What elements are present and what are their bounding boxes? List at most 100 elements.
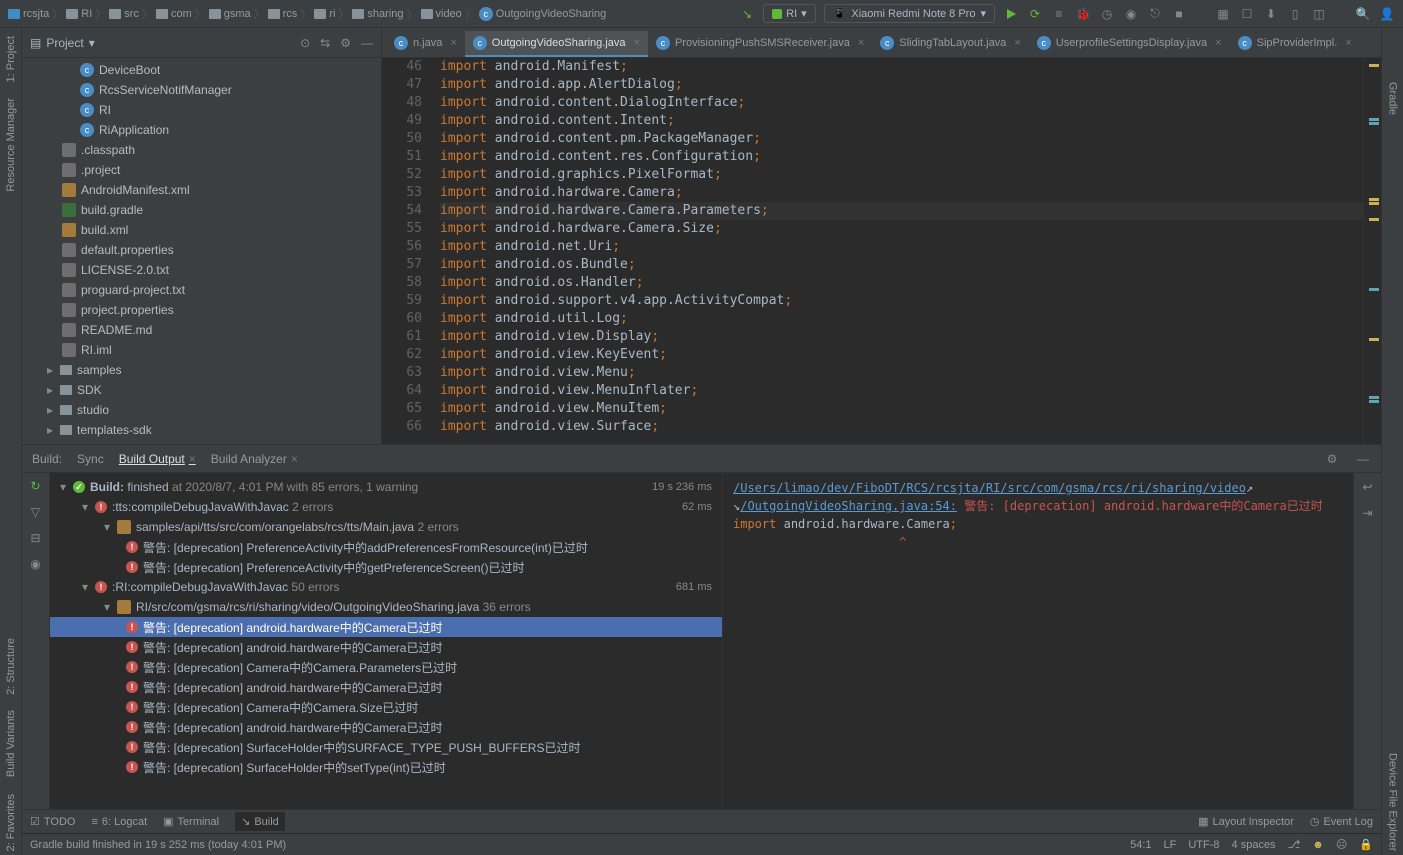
run-button[interactable]	[1003, 6, 1019, 22]
panel-hide-icon[interactable]: —	[1355, 451, 1371, 467]
build-row[interactable]: ▾✓Build: finished at 2020/8/7, 4:01 PM w…	[50, 477, 722, 497]
build-row[interactable]: !警告: [deprecation] android.hardware中的Cam…	[50, 617, 722, 637]
editor-tab[interactable]: cOutgoingVideoSharing.java×	[465, 31, 648, 57]
profiler-icon[interactable]: ◷	[1099, 6, 1115, 22]
inspection-icon[interactable]: ☻	[1312, 839, 1324, 851]
editor-tab[interactable]: cSlidingTabLayout.java×	[872, 31, 1028, 57]
editor-tab[interactable]: cn.java×	[386, 31, 465, 57]
stripe-device-explorer[interactable]: Device File Explorer	[1387, 749, 1399, 855]
attach-icon[interactable]: ⎋	[1147, 6, 1163, 22]
tree-item[interactable]: build.gradle	[22, 200, 381, 220]
crumb[interactable]: cOutgoingVideoSharing	[479, 7, 607, 21]
build-row[interactable]: ▾!:RI:compileDebugJavaWithJavac 50 error…	[50, 577, 722, 597]
close-icon[interactable]: ×	[1215, 37, 1221, 49]
tree-item[interactable]: default.properties	[22, 240, 381, 260]
build-row[interactable]: !警告: [deprecation] SurfaceHolder中的SURFAC…	[50, 737, 722, 757]
close-icon[interactable]: ×	[634, 37, 640, 49]
tree-item[interactable]: cDeviceBoot	[22, 60, 381, 80]
project-tree[interactable]: cDeviceBootcRcsServiceNotifManagercRIcRi…	[22, 58, 381, 444]
project-view-select[interactable]: ▤Project▾	[30, 36, 300, 50]
hide-icon[interactable]: —	[361, 36, 373, 50]
resource-icon[interactable]: ◫	[1311, 6, 1327, 22]
build-row[interactable]: ▾samples/api/tts/src/com/orangelabs/rcs/…	[50, 517, 722, 537]
coverage-icon[interactable]: ◉	[1123, 6, 1139, 22]
sync-icon[interactable]: ▦	[1215, 6, 1231, 22]
locate-icon[interactable]: ⊙	[300, 36, 310, 50]
bb-terminal[interactable]: ▣ Terminal	[163, 815, 219, 828]
stripe-project[interactable]: 1: Project	[5, 32, 17, 86]
build-row[interactable]: !警告: [deprecation] PreferenceActivity中的g…	[50, 557, 722, 577]
panel-settings-icon[interactable]: ⚙	[1324, 451, 1340, 467]
editor-tab[interactable]: cProvisioningPushSMSReceiver.java×	[648, 31, 872, 57]
tab-sync[interactable]: Sync	[77, 452, 104, 466]
bb-build[interactable]: ↘ Build	[235, 812, 285, 831]
crumb[interactable]: com	[156, 8, 192, 20]
crumb[interactable]: RI	[66, 8, 92, 20]
build-row[interactable]: !警告: [deprecation] android.hardware中的Cam…	[50, 717, 722, 737]
crumb[interactable]: gsma	[209, 8, 251, 20]
cursor-position[interactable]: 54:1	[1130, 839, 1151, 851]
editor-tab[interactable]: cSipProviderImpl.×	[1230, 31, 1360, 57]
stripe-favorites[interactable]: 2: Favorites	[5, 790, 17, 855]
crumb[interactable]: rcs	[268, 8, 298, 20]
tree-item[interactable]: cRcsServiceNotifManager	[22, 80, 381, 100]
build-row[interactable]: !警告: [deprecation] Camera中的Camera.Parame…	[50, 657, 722, 677]
mem-icon[interactable]: ☹	[1336, 838, 1347, 851]
build-row[interactable]: !警告: [deprecation] android.hardware中的Cam…	[50, 677, 722, 697]
code-editor[interactable]: 4647484950515253545556575859606162636465…	[382, 58, 1381, 444]
crumb[interactable]: src	[109, 8, 139, 20]
tree-item[interactable]: ▸templates-sdk	[22, 420, 381, 440]
tree-item[interactable]: project.properties	[22, 300, 381, 320]
tree-item[interactable]: cRiApplication	[22, 120, 381, 140]
detail-link-file[interactable]: /OutgoingVideoSharing.java:54:	[740, 499, 957, 513]
close-icon[interactable]: ×	[858, 37, 864, 49]
git-icon[interactable]: ⎇	[1288, 838, 1301, 851]
filter-icon[interactable]: ▽	[28, 504, 44, 520]
view-icon[interactable]: ◉	[28, 556, 44, 572]
tree-item[interactable]: ▸samples	[22, 360, 381, 380]
build-row[interactable]: ▾!:tts:compileDebugJavaWithJavac 2 error…	[50, 497, 722, 517]
detail-link-folder[interactable]: /Users/limao/dev/FiboDT/RCS/rcsjta/RI/sr…	[733, 481, 1246, 495]
instant-run-icon[interactable]: ≡	[1051, 6, 1067, 22]
build-detail[interactable]: /Users/limao/dev/FiboDT/RCS/rcsjta/RI/sr…	[722, 473, 1353, 809]
line-ending[interactable]: LF	[1164, 839, 1177, 851]
scroll-icon[interactable]: ⇥	[1360, 505, 1376, 521]
tree-item[interactable]: RI.iml	[22, 340, 381, 360]
rerun-icon[interactable]: ↻	[28, 478, 44, 494]
expand-icon[interactable]: ⊟	[28, 530, 44, 546]
build-row[interactable]: !警告: [deprecation] Camera中的Camera.Size已过…	[50, 697, 722, 717]
crumb[interactable]: video	[421, 8, 462, 20]
stripe-resource-manager[interactable]: Resource Manager	[5, 94, 17, 196]
run-config-select[interactable]: RI ▾	[763, 4, 816, 23]
stripe-build-variants[interactable]: Build Variants	[5, 706, 17, 781]
build-tree[interactable]: ▾✓Build: finished at 2020/8/7, 4:01 PM w…	[50, 473, 722, 809]
build-row[interactable]: !警告: [deprecation] SurfaceHolder中的setTyp…	[50, 757, 722, 777]
tree-item[interactable]: AndroidManifest.xml	[22, 180, 381, 200]
device-select[interactable]: 📱 Xiaomi Redmi Note 8 Pro ▾	[824, 4, 995, 23]
bb-event-log[interactable]: ◷ Event Log	[1310, 815, 1373, 828]
apply-changes-icon[interactable]: ⟳	[1027, 6, 1043, 22]
editor-tab[interactable]: cUserprofileSettingsDisplay.java×	[1029, 31, 1230, 57]
bb-todo[interactable]: ☑ TODO	[30, 815, 75, 828]
search-icon[interactable]: 🔍	[1355, 6, 1371, 22]
bb-logcat[interactable]: ≡ 6: Logcat	[91, 816, 147, 828]
build-row[interactable]: ▾RI/src/com/gsma/rcs/ri/sharing/video/Ou…	[50, 597, 722, 617]
debug-icon[interactable]: 🐞	[1075, 6, 1091, 22]
settings-icon[interactable]: ⚙	[340, 36, 351, 50]
tab-build-analyzer[interactable]: Build Analyzer ×	[211, 452, 298, 466]
build-row[interactable]: !警告: [deprecation] android.hardware中的Cam…	[50, 637, 722, 657]
crumb[interactable]: rcsjta	[8, 8, 49, 20]
tree-item[interactable]: cRI	[22, 100, 381, 120]
stripe-gradle[interactable]: Gradle	[1387, 78, 1399, 119]
device-manager-icon[interactable]: ▯	[1287, 6, 1303, 22]
user-icon[interactable]: 👤	[1379, 6, 1395, 22]
sdk-icon[interactable]: ⬇	[1263, 6, 1279, 22]
avd-icon[interactable]: ☐	[1239, 6, 1255, 22]
soft-wrap-icon[interactable]: ↩	[1360, 479, 1376, 495]
bb-layout-inspector[interactable]: ▦ Layout Inspector	[1198, 815, 1294, 828]
tree-item[interactable]: ▸SDK	[22, 380, 381, 400]
tree-item[interactable]: ▸studio	[22, 400, 381, 420]
crumb[interactable]: ri	[314, 8, 335, 20]
close-icon[interactable]: ×	[1345, 37, 1351, 49]
tree-item[interactable]: .project	[22, 160, 381, 180]
